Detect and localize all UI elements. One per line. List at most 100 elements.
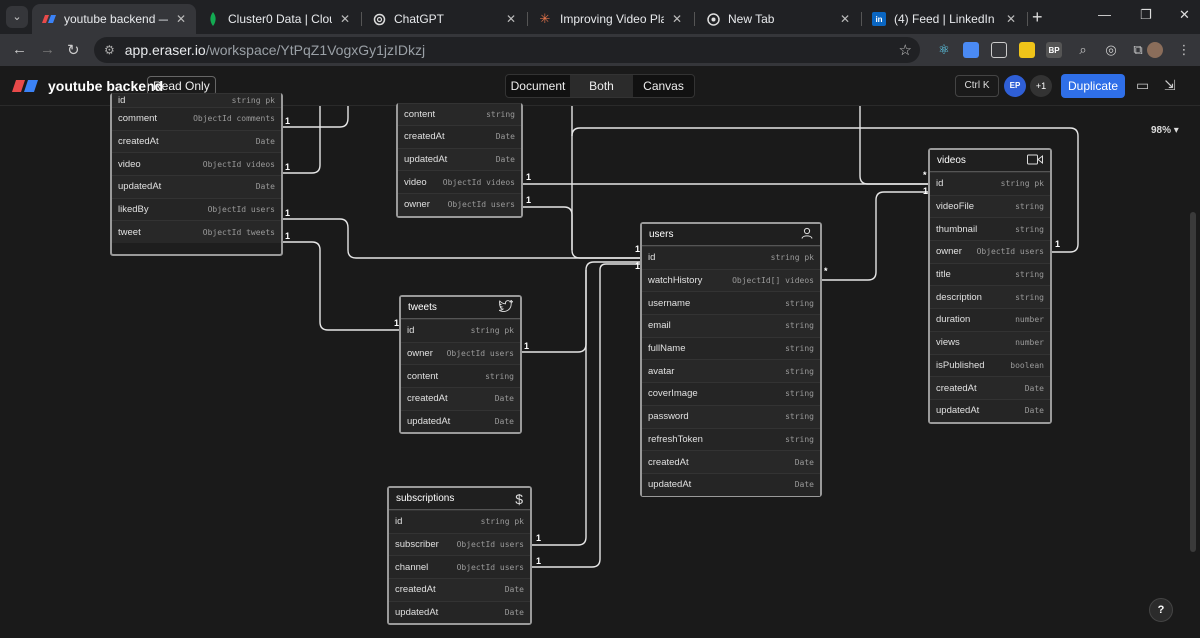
close-icon[interactable]: ✕ <box>176 12 186 26</box>
field-row[interactable]: comment ObjectId comments <box>112 107 281 130</box>
tab-linkedin[interactable]: in (4) Feed | LinkedIn ✕ <box>862 4 1026 34</box>
field-row[interactable]: createdAt Date <box>112 129 281 153</box>
export-icon[interactable]: ⇲ <box>1164 77 1176 94</box>
field-row[interactable]: likedBy ObjectId users <box>112 197 281 221</box>
field-row[interactable]: createdAt Date <box>930 376 1050 399</box>
entity-tweets[interactable]: tweets id string pk owner ObjectId users cont… <box>399 295 522 434</box>
field-row[interactable]: fullName string <box>642 336 820 360</box>
window-close-icon[interactable]: ✕ <box>1179 7 1190 23</box>
field-row[interactable]: isPublished boolean <box>930 353 1050 377</box>
field-row[interactable]: video ObjectId videos <box>112 152 281 176</box>
collaborator-avatar[interactable]: EP <box>1004 75 1026 97</box>
field-row[interactable]: id string pk <box>112 93 281 107</box>
back-arrow-icon[interactable]: ← <box>12 41 27 58</box>
field-row[interactable]: username string <box>642 291 820 315</box>
field-row[interactable]: content string <box>398 103 521 125</box>
field-row[interactable]: id string pk <box>930 172 1050 195</box>
tab-document[interactable]: Document <box>506 75 570 97</box>
field-row[interactable]: video ObjectId videos <box>398 170 521 194</box>
react-devtools-icon[interactable]: ⚛ <box>936 42 952 58</box>
field-row[interactable]: updatedAt Date <box>642 472 820 496</box>
docs-extension-icon[interactable] <box>963 42 979 58</box>
restore-icon[interactable]: ❐ <box>1140 7 1152 23</box>
entity-header[interactable]: users <box>642 224 820 246</box>
entity-header[interactable]: subscriptions $ <box>389 488 530 510</box>
field-row[interactable]: id string pk <box>401 319 520 342</box>
command-palette-button[interactable]: Ctrl K <box>955 75 999 97</box>
tab-new-tab[interactable]: New Tab ✕ <box>696 4 860 34</box>
entity-subscriptions[interactable]: subscriptions $ id string pk subscriber Objec… <box>387 486 532 625</box>
field-row[interactable]: createdAt Date <box>398 125 521 148</box>
extensions-puzzle-icon[interactable]: ⧉ <box>1130 42 1146 58</box>
close-icon[interactable]: ✕ <box>840 12 850 26</box>
field-row[interactable]: subscriber ObjectId users <box>389 532 530 556</box>
field-row[interactable]: avatar string <box>642 359 820 383</box>
field-row[interactable]: createdAt Date <box>401 387 520 410</box>
field-row[interactable]: updatedAt Date <box>930 398 1050 422</box>
duplicate-button[interactable]: Duplicate <box>1061 74 1125 98</box>
field-row[interactable]: tweet ObjectId tweets <box>112 220 281 244</box>
more-collaborators-badge[interactable]: +1 <box>1030 75 1052 97</box>
eraser-logo-icon[interactable] <box>12 80 38 92</box>
entity-videos[interactable]: videos id string pk videoFile string thumbnai… <box>928 148 1052 424</box>
more-menu-icon[interactable]: ⋮ <box>1176 42 1192 58</box>
canvas-scrollbar[interactable] <box>1190 212 1196 552</box>
tab-both[interactable]: Both <box>570 75 633 97</box>
field-row[interactable]: updatedAt Date <box>401 409 520 433</box>
field-row[interactable]: updatedAt Date <box>389 600 530 624</box>
field-row[interactable]: channel ObjectId users <box>389 555 530 579</box>
field-row[interactable]: refreshToken string <box>642 427 820 451</box>
field-row[interactable]: owner ObjectId users <box>401 341 520 365</box>
field-row[interactable]: content string <box>401 364 520 388</box>
field-row[interactable]: duration number <box>930 308 1050 331</box>
keep-notes-icon[interactable] <box>1019 42 1035 58</box>
field-row[interactable]: thumbnail string <box>930 217 1050 241</box>
entity-likes[interactable]: content string createdAt Date updatedAt Date v… <box>396 103 523 218</box>
field-row[interactable]: password string <box>642 404 820 428</box>
field-row[interactable]: owner ObjectId users <box>930 240 1050 263</box>
new-tab-button[interactable]: + <box>1032 7 1043 28</box>
entity-header[interactable]: tweets <box>401 297 520 319</box>
site-settings-icon[interactable]: ⚙ <box>104 43 115 57</box>
search-icon[interactable]: ⌕ <box>1075 42 1091 58</box>
field-row[interactable]: title string <box>930 262 1050 286</box>
field-row[interactable]: description string <box>930 285 1050 309</box>
address-bar[interactable]: ⚙ app.eraser.io/workspace/YtPqZ1VogxGy1j… <box>94 37 920 63</box>
entity-comments[interactable]: id string pk comment ObjectId comments creat… <box>110 93 283 256</box>
close-icon[interactable]: ✕ <box>672 12 682 26</box>
picture-in-picture-icon[interactable] <box>991 42 1007 58</box>
minimize-icon[interactable]: — <box>1098 7 1111 22</box>
field-row[interactable]: watchHistory ObjectId[] videos <box>642 268 820 292</box>
tab-eraser[interactable]: youtube backend — Eraser ✕ <box>32 4 196 34</box>
field-row[interactable]: createdAt Date <box>642 450 820 473</box>
zoom-level-control[interactable]: 98% ▾ <box>1151 125 1179 136</box>
tab-search-button[interactable]: ⌄ <box>6 6 28 28</box>
tab-mongodb[interactable]: Cluster0 Data | Cloud: Mon ✕ <box>196 4 360 34</box>
help-button[interactable]: ? <box>1149 598 1173 622</box>
lens-icon[interactable]: ◎ <box>1103 42 1119 58</box>
tab-canvas[interactable]: Canvas <box>633 75 694 97</box>
field-row[interactable]: email string <box>642 314 820 337</box>
bp-extension-icon[interactable]: BP <box>1046 42 1062 58</box>
field-row[interactable]: updatedAt Date <box>398 147 521 171</box>
bookmark-star-icon[interactable]: ☆ <box>899 41 912 59</box>
tab-chatgpt[interactable]: ChatGPT ✕ <box>362 4 526 34</box>
field-row[interactable]: id string pk <box>389 510 530 533</box>
tab-claude[interactable]: ✳ Improving Video Playlist M ✕ <box>528 4 692 34</box>
field-row[interactable]: views number <box>930 330 1050 354</box>
close-icon[interactable]: ✕ <box>1006 12 1016 26</box>
field-row[interactable]: createdAt Date <box>389 578 530 601</box>
field-row[interactable]: id string pk <box>642 246 820 269</box>
field-row[interactable]: updatedAt Date <box>112 175 281 198</box>
comment-icon[interactable]: ▭ <box>1136 77 1149 94</box>
field-row[interactable]: videoFile string <box>930 194 1050 218</box>
field-row[interactable]: coverImage string <box>642 382 820 405</box>
reload-icon[interactable]: ↻ <box>67 41 80 59</box>
forward-arrow-icon[interactable]: → <box>40 41 55 58</box>
close-icon[interactable]: ✕ <box>506 12 516 26</box>
field-row[interactable]: owner ObjectId users <box>398 193 521 216</box>
profile-avatar[interactable] <box>1147 42 1163 58</box>
entity-header[interactable]: videos <box>930 150 1050 172</box>
entity-users[interactable]: users id string pk watchHistory ObjectId[] v… <box>640 222 822 497</box>
close-icon[interactable]: ✕ <box>340 12 350 26</box>
